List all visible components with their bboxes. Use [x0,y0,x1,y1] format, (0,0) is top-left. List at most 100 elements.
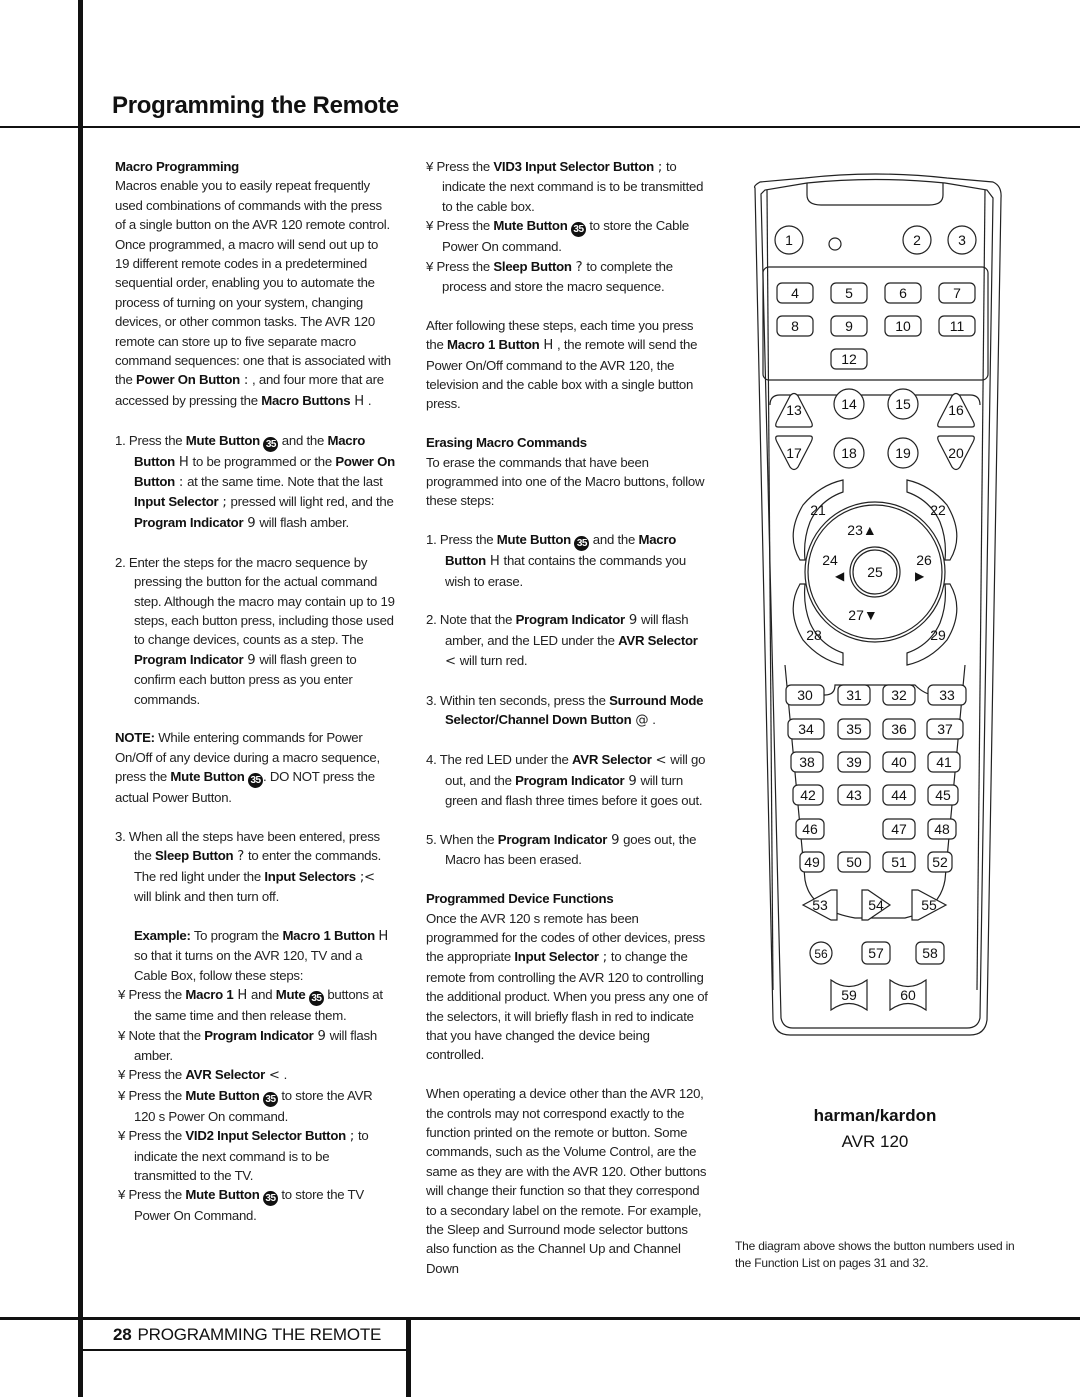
remote-button-label: 29 [930,627,946,643]
example-bullet: ¥ Press the Macro 1 H and Mute 35 button… [118,987,383,1024]
remote-top-notch [806,183,944,206]
mute-button-ref-icon: 35 [574,536,590,552]
page-footer: 28 PROGRAMMING THE REMOTE [113,1325,381,1345]
remote-button-label: 6 [899,285,907,301]
remote-button-label: 57 [868,945,884,961]
mute-button-ref-icon: 35 [308,991,324,1007]
remote-button-label: 2 [913,232,921,248]
erase-step-3: 3. Within ten seconds, press the Surroun… [426,693,704,729]
mute-button-ref-icon: 35 [263,436,279,452]
example-bullet: ¥ Note that the Program Indicator 9 will… [118,1027,377,1063]
remote-button-label: 30 [797,687,813,703]
section-heading-device-functions: Programmed Device Functions [426,891,614,907]
remote-button-label: 32 [891,687,907,703]
remote-button-label: 21 [810,502,826,518]
remote-button-label: 8 [791,318,799,334]
remote-button-label: 58 [922,945,938,961]
mute-button-ref-icon: 35 [262,1191,278,1207]
remote-button-label: 1 [785,232,793,248]
remote-button-label: 48 [934,821,950,837]
after-paragraph: After following these steps, each time y… [426,317,698,412]
example-bullet: ¥ Press the Mute Button 35 to store the … [426,218,689,255]
step-3: 3. When all the steps have been entered,… [115,828,382,905]
footer-divider-bar [406,1317,411,1397]
right-arrow-icon: ▶ [915,569,925,583]
left-margin-bar [78,0,83,1397]
section-heading-macro-programming: Macro Programming [115,159,239,174]
remote-button-label: 19 [895,445,911,461]
remote-button-label: 45 [935,787,951,803]
remote-button-label: 51 [891,854,907,870]
example-bullet: ¥ Press the Sleep Button ? to complete t… [426,258,673,295]
remote-button-label: 24 [822,552,838,568]
remote-button-label: 27▼ [848,607,877,623]
remote-button-label: 9 [845,318,853,334]
remote-button-label: 4 [791,285,799,301]
remote-button-label: 35 [846,721,862,737]
remote-button-label: 18 [841,445,857,461]
example-bullet: ¥ Press the VID3 Input Selector Button ;… [426,159,704,214]
remote-button-label: 14 [841,396,857,412]
remote-button-label: 46 [802,821,818,837]
step-1: 1. Press the Mute Button 35 and the Macr… [115,432,395,531]
example-bullet: ¥ Press the Mute Button 35 to store the … [118,1187,364,1224]
column-left: Macro Programming Macros enable you to e… [115,157,395,1226]
remote-button-label: 33 [939,687,955,703]
note: NOTE: While entering commands for Power … [115,730,380,806]
remote-button-label: 17 [786,445,802,461]
example-bullet: ¥ Press the Mute Button 35 to store the … [118,1087,373,1124]
remote-button-label: 49 [804,854,820,870]
remote-button-label: 44 [891,787,907,803]
remote-button-label: 39 [846,754,862,770]
mute-button-ref-icon: 35 [570,222,586,238]
page-title: Programming the Remote [112,92,399,119]
erase-step-1: 1. Press the Mute Button 35 and the Macr… [426,532,686,589]
erase-step-2: 2. Note that the Program Indicator 9 wil… [426,612,698,670]
example-bullet: ¥ Press the AVR Selector < . [118,1067,288,1084]
footer-rule [0,1317,1080,1320]
column-middle: ¥ Press the VID3 Input Selector Button ;… [426,157,711,1278]
remote-button-label: 40 [891,754,907,770]
remote-button-label: 37 [937,721,953,737]
remote-button-label: 34 [798,721,814,737]
remote-button-label: 47 [891,821,907,837]
macro-intro: Macros enable you to easily repeat frequ… [115,178,391,409]
remote-button-label: 50 [846,854,862,870]
device-paragraph-1: Once the AVR 120 s remote has been progr… [426,910,708,1063]
model-label: AVR 120 [842,1132,909,1151]
section-heading-erasing: Erasing Macro Commands [426,435,587,451]
remote-button-label: 42 [800,787,816,803]
remote-button-label: 25 [867,564,883,580]
remote-button-label: 16 [948,402,964,418]
remote-button-label: 5 [845,285,853,301]
remote-button-label: 26 [916,552,932,568]
example: Example: To program the Macro 1 Button H… [134,927,389,983]
remote-button-label: 15 [895,396,911,412]
erase-step-4: 4. The red LED under the AVR Selector < … [426,752,706,809]
footer-underline [83,1349,406,1351]
left-arrow-icon: ◀ [835,569,845,583]
remote-button-label: 20 [948,445,964,461]
example-bullet: ¥ Press the VID2 Input Selector Button ;… [118,1128,369,1184]
remote-button-label: 12 [841,351,857,367]
brand-logo: harman/kardon [814,1106,937,1125]
remote-button-label: 56 [814,947,828,961]
remote-button-label: 54 [868,897,884,913]
remote-button-label: 53 [812,897,828,913]
mute-button-ref-icon: 35 [248,773,263,789]
mute-button-ref-icon: 35 [262,1091,278,1107]
remote-button-label: 7 [953,285,961,301]
remote-button-label: 60 [900,987,916,1003]
remote-button-label: 23▲ [847,522,876,538]
footer-section-title: PROGRAMMING THE REMOTE [137,1325,382,1344]
remote-button-label: 3 [958,232,966,248]
header-rule [0,126,1080,128]
remote-button-label: 11 [950,318,965,334]
page-number: 28 [113,1325,132,1344]
remote-button-label: 43 [846,787,862,803]
erase-step-5: 5. When the Program Indicator 9 goes out… [426,831,697,868]
remote-button-label: 22 [930,502,946,518]
remote-button-label: 59 [841,987,857,1003]
remote-button-label: 31 [846,687,862,703]
step-2: 2. Enter the steps for the macro sequenc… [115,554,395,707]
